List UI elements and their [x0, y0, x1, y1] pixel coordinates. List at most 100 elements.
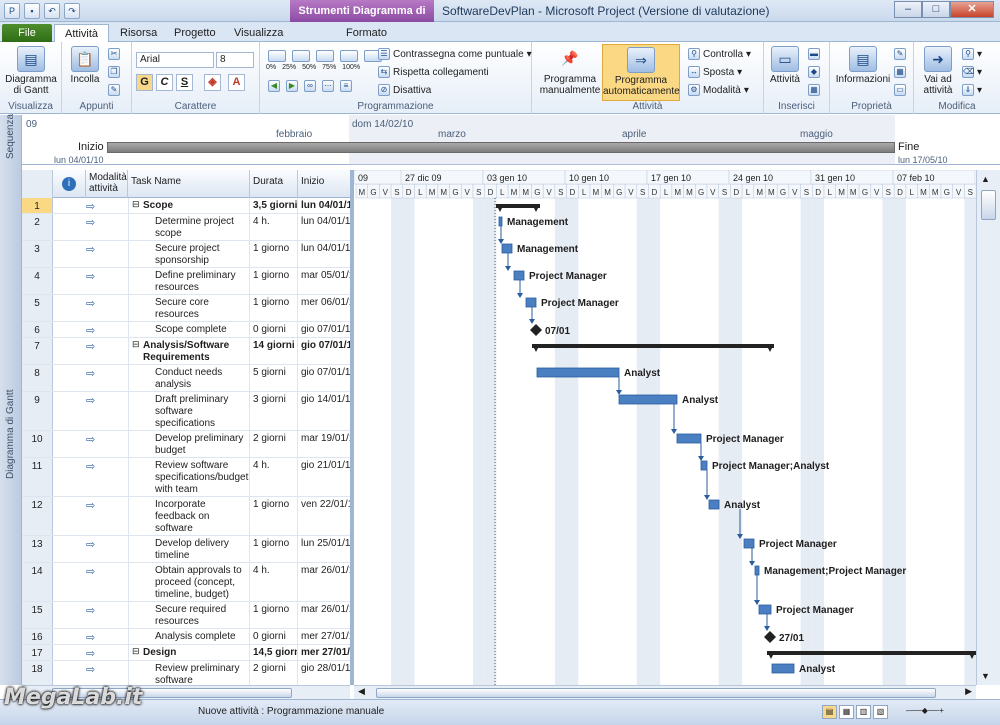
find-button[interactable]: ⚲ ▾: [962, 48, 982, 60]
table-row[interactable]: 1 ⇨ Scope 3,5 giornilun 04/01/10 ⊟: [22, 198, 350, 214]
scroll-left-icon[interactable]: ◀: [358, 686, 365, 697]
italic-button[interactable]: C: [156, 74, 173, 91]
timeline-view[interactable]: Sequenza 09 dom 14/02/10 febbraio marzo …: [0, 114, 1000, 165]
task-name-cell[interactable]: Analysis complete: [128, 629, 250, 644]
task-name-cell[interactable]: Define preliminary resources: [128, 268, 250, 294]
task-name-cell[interactable]: Determine project scope: [128, 214, 250, 240]
maximize-button[interactable]: □: [922, 1, 950, 18]
start-cell[interactable]: gio 21/01/10: [298, 458, 350, 496]
bold-button[interactable]: G: [136, 74, 153, 91]
link-icon[interactable]: ∞: [304, 80, 316, 92]
split-icon[interactable]: ≡: [340, 80, 352, 92]
collapse-icon[interactable]: ⊟: [132, 339, 140, 350]
start-cell[interactable]: mer 06/01/10: [298, 295, 350, 321]
start-cell[interactable]: mar 19/01/10: [298, 431, 350, 457]
network-icon[interactable]: ▥: [856, 705, 871, 719]
move-button[interactable]: ↔ Sposta ▾: [688, 66, 742, 78]
font-size-combo[interactable]: 8: [216, 52, 254, 68]
table-row[interactable]: 4 ⇨ Define preliminary resources 1 giorno ma…: [22, 268, 350, 295]
table-row[interactable]: 8 ⇨ Conduct needs analysis 5 giorni gio 07/0…: [22, 365, 350, 392]
inactivate-button[interactable]: ⊘ Disattiva: [378, 84, 431, 96]
font-color-icon[interactable]: A: [228, 74, 245, 91]
format-painter-button[interactable]: ✎: [108, 84, 120, 96]
table-row[interactable]: 13 ⇨ Develop delivery timeline 1 giorno lun …: [22, 536, 350, 563]
paste-button[interactable]: 📋 Incolla: [66, 46, 104, 85]
header-duration[interactable]: Durata: [250, 170, 298, 198]
duration-cell[interactable]: 14,5 giorni: [250, 645, 298, 660]
cut-button[interactable]: ✂: [108, 48, 120, 60]
task-name-cell[interactable]: Develop preliminary budget: [128, 431, 250, 457]
row-number[interactable]: 5: [22, 295, 53, 321]
outdent-icon[interactable]: ◀: [268, 80, 280, 92]
table-row[interactable]: 16 ⇨ Analysis complete 0 giornimer 27/01/10: [22, 629, 350, 645]
task-usage-icon[interactable]: ▦: [839, 705, 854, 719]
scroll-up-icon[interactable]: ▲: [981, 174, 990, 184]
duration-cell[interactable]: 1 giorno: [250, 268, 298, 294]
goto-activity-button[interactable]: ➜ Vai ad attività: [918, 46, 958, 96]
task-name-cell[interactable]: Scope: [128, 198, 250, 213]
row-number[interactable]: 17: [22, 645, 53, 660]
duration-cell[interactable]: 4 h.: [250, 563, 298, 601]
redo-icon[interactable]: ↷: [64, 3, 80, 19]
project-icon[interactable]: P: [4, 3, 20, 19]
task-name-cell[interactable]: Review preliminary software: [128, 661, 250, 685]
pct-25-button[interactable]: [292, 50, 310, 62]
tab-progetto[interactable]: Progetto: [164, 24, 226, 42]
row-number[interactable]: 3: [22, 241, 53, 267]
header-task-name[interactable]: Task Name: [128, 170, 250, 198]
table-row[interactable]: 18 ⇨ Review preliminary software 2 giorni gi…: [22, 661, 350, 685]
table-row[interactable]: 5 ⇨ Secure core resources 1 giorno mer 06/01…: [22, 295, 350, 322]
start-cell[interactable]: lun 04/01/10: [298, 241, 350, 267]
table-row[interactable]: 6 ⇨ Scope complete 0 giornigio 07/01/10: [22, 322, 350, 338]
gantt-view-button[interactable]: ▤ Diagramma di Gantt: [4, 46, 58, 96]
table-row[interactable]: 11 ⇨ Review software specifications/budget…: [22, 458, 350, 497]
scroll-down-icon[interactable]: ▼: [981, 671, 990, 681]
row-number[interactable]: 8: [22, 365, 53, 391]
tab-formato[interactable]: Formato: [336, 24, 397, 42]
manual-schedule-button[interactable]: 📌 Programma manualmente: [538, 46, 602, 96]
row-number[interactable]: 1: [22, 198, 53, 213]
copy-button[interactable]: ❐: [108, 66, 120, 78]
task-name-cell[interactable]: Review software specifications/budget wi…: [128, 458, 250, 496]
start-cell[interactable]: gio 14/01/10: [298, 392, 350, 430]
add-timeline-button[interactable]: ▭: [894, 84, 906, 96]
underline-button[interactable]: S: [176, 74, 193, 91]
table-row[interactable]: 2 ⇨ Determine project scope 4 h. lun 04/01/1…: [22, 214, 350, 241]
information-button[interactable]: ▤ Informazioni: [834, 46, 892, 85]
start-cell[interactable]: gio 07/01/10: [298, 338, 350, 364]
row-number[interactable]: 16: [22, 629, 53, 644]
pct-75-button[interactable]: [340, 50, 358, 62]
task-name-cell[interactable]: Secure project sponsorship: [128, 241, 250, 267]
row-number[interactable]: 10: [22, 431, 53, 457]
duration-cell[interactable]: 4 h.: [250, 214, 298, 240]
start-cell[interactable]: lun 04/01/10: [298, 214, 350, 240]
clear-button[interactable]: ⌫ ▾: [962, 66, 982, 78]
start-cell[interactable]: gio 28/01/10: [298, 661, 350, 685]
insert-activity-button[interactable]: ▭ Attività: [766, 46, 804, 85]
gantt-chart[interactable]: MGVSDLMMGVSDLMMGVSDLMMGVSDLMMGVSDLMMGVSD…: [354, 170, 976, 685]
start-cell[interactable]: mer 27/01/10: [298, 629, 350, 644]
fill-color-icon[interactable]: ◈: [204, 74, 221, 91]
vertical-scrollbar[interactable]: ▲ ▼: [976, 170, 1000, 685]
task-name-cell[interactable]: Scope complete: [128, 322, 250, 337]
close-button[interactable]: ✕: [950, 1, 994, 18]
start-cell[interactable]: lun 25/01/10: [298, 536, 350, 562]
row-number[interactable]: 6: [22, 322, 53, 337]
auto-schedule-button[interactable]: ⇒ Programma automaticamente: [602, 44, 680, 101]
duration-cell[interactable]: 1 giorno: [250, 602, 298, 628]
details-button[interactable]: ▦: [894, 66, 906, 78]
mark-on-track-button[interactable]: ☰ Contrassegna come puntuale ▾: [378, 48, 532, 60]
respect-links-button[interactable]: ⇆ Rispetta collegamenti: [378, 66, 489, 78]
row-number[interactable]: 15: [22, 602, 53, 628]
minimize-button[interactable]: –: [894, 1, 922, 18]
table-row[interactable]: 14 ⇨ Obtain approvals to proceed (concept,…: [22, 563, 350, 602]
duration-cell[interactable]: 1 giorno: [250, 241, 298, 267]
header-start[interactable]: Inizio: [298, 170, 350, 198]
start-cell[interactable]: mar 05/01/10: [298, 268, 350, 294]
duration-cell[interactable]: 2 giorni: [250, 661, 298, 685]
row-number[interactable]: 12: [22, 497, 53, 535]
font-combo[interactable]: Arial: [136, 52, 214, 68]
vertical-scroll-thumb[interactable]: [981, 190, 996, 220]
table-row[interactable]: 17 ⇨ Design 14,5 giornimer 27/01/10 ⊟: [22, 645, 350, 661]
duration-cell[interactable]: 1 giorno: [250, 536, 298, 562]
